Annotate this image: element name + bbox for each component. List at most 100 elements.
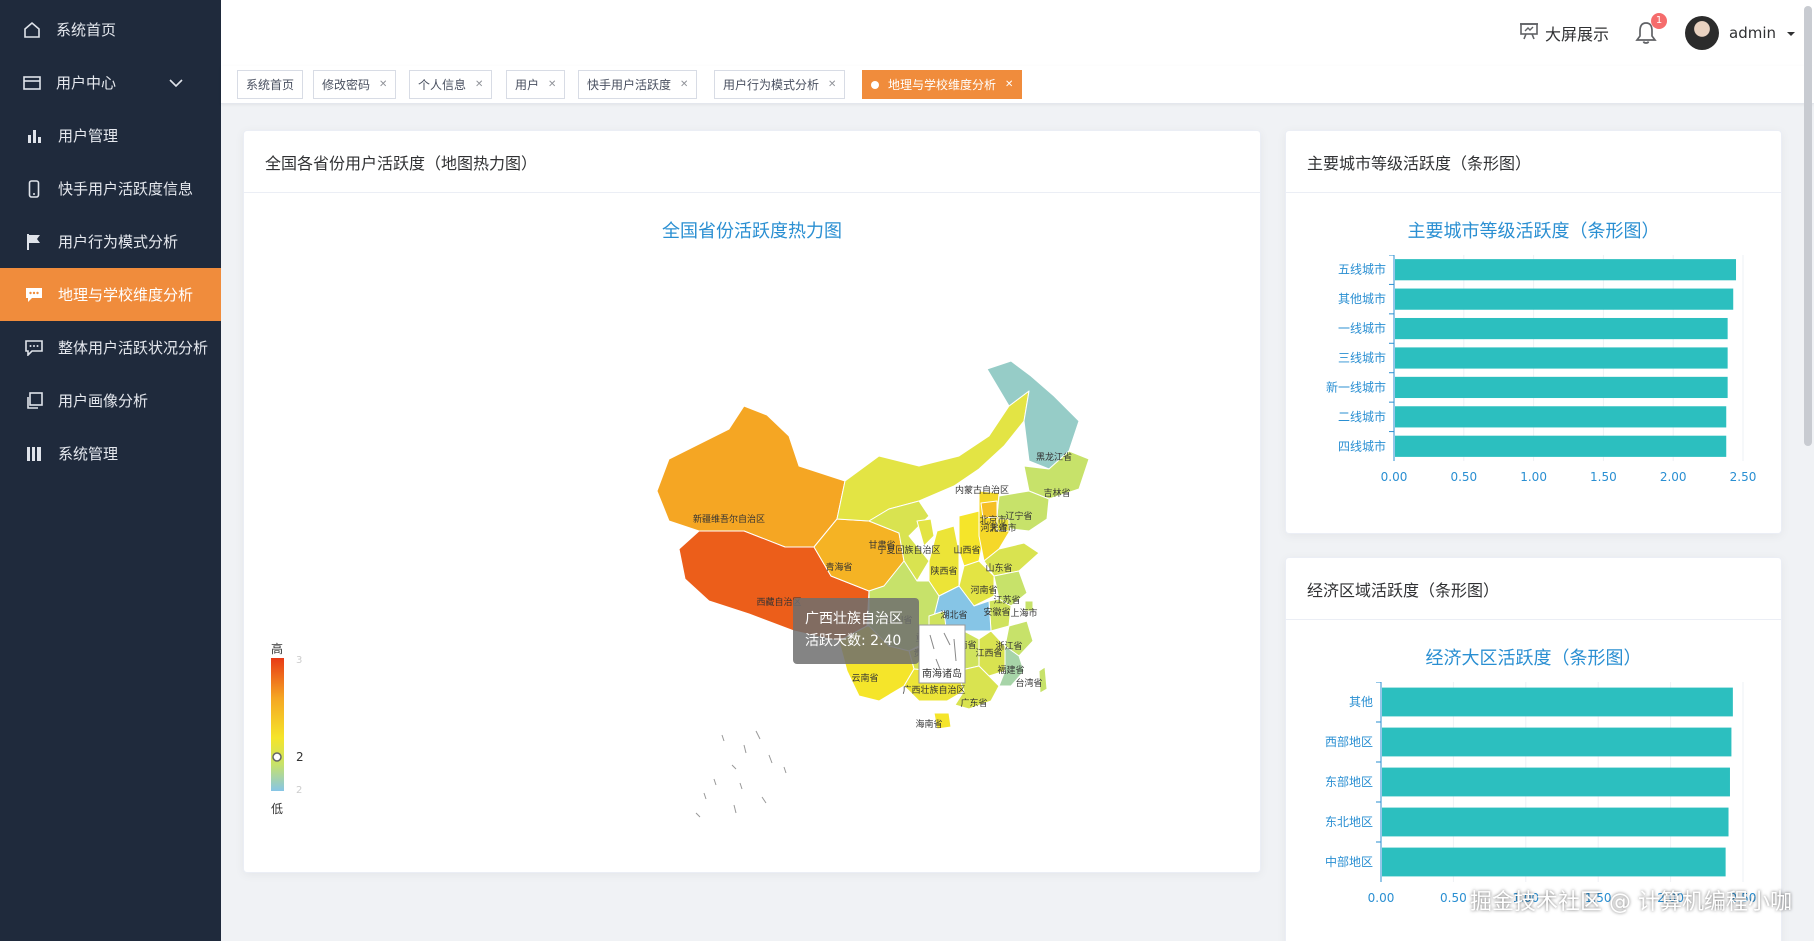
legend-handle[interactable] [272,752,282,762]
sidebar-item-behavior-analysis[interactable]: 用户行为模式分析 [0,215,221,268]
legend-current-value: 2 [296,750,304,764]
y-category-label: 一线城市 [1338,321,1386,336]
map-region[interactable] [656,405,846,548]
tag-geo-school-analysis[interactable]: 地理与学校维度分析 ✕ [862,70,1023,99]
city-card-header: 主要城市等级活跃度（条形图） [1286,131,1781,193]
tag-kuaishou-activity[interactable]: 快手用户活跃度 ✕ [578,70,698,99]
sidebar-item-label: 用户管理 [58,127,119,145]
sidebar-item-kuaishou-activity[interactable]: 快手用户活跃度信息 [0,162,221,215]
south-sea-inset: 南海诸岛 [918,624,966,684]
copy-icon [24,391,44,411]
tag-user[interactable]: 用户 ✕ [506,70,566,99]
map-region-label: 山东省 [985,562,1012,574]
y-category-label: 东北地区 [1325,815,1373,829]
x-tick-label: 1.50 [1590,470,1617,484]
tag-label: 快手用户活跃度 [587,78,672,92]
bar[interactable] [1395,376,1728,399]
close-icon[interactable]: ✕ [828,79,836,90]
tag-behavior-analysis[interactable]: 用户行为模式分析 ✕ [714,70,846,99]
tag-home[interactable]: 系统首页 [237,70,304,99]
bar[interactable] [1395,288,1734,310]
legend-min-tick: 2 [296,785,302,796]
x-tick-label: 0.50 [1450,470,1477,484]
x-tick-label: 0.00 [1381,470,1408,484]
tag-personal-info[interactable]: 个人信息 ✕ [409,70,493,99]
bar[interactable] [1395,435,1727,457]
map-region-label: 海南省 [915,718,942,730]
x-tick-label: 2.00 [1660,470,1687,484]
tags-view-bar: 系统首页 修改密码 ✕ 个人信息 ✕ 用户 ✕ 快手用户活跃度 ✕ 用户行为模式分析 ✕ … [221,66,1814,104]
presentation-icon [1519,22,1539,44]
tag-label: 个人信息 [418,78,467,92]
bar[interactable] [1395,406,1727,428]
tag-label: 修改密码 [322,78,371,92]
tag-label: 系统首页 [246,78,295,92]
caret-down-icon [1786,24,1796,42]
close-icon[interactable]: ✕ [1005,79,1013,90]
flag-icon [24,232,44,252]
bar-chart-icon [24,126,44,146]
y-category-label: 其他 [1349,695,1373,709]
visual-map-legend[interactable]: 高 3 2 2 低 [271,641,304,816]
x-tick-label: 1.00 [1520,470,1547,484]
city-level-bar-chart[interactable]: 0.00 0.50 1.00 1.50 2.00 2.50 五线城市其他城市一线城市三线城市… [1286,255,1782,534]
map-region-label: 天津市 [989,522,1016,534]
china-map[interactable]: 新疆维吾尔自治区西藏自治区青海省内蒙古自治区黑龙江省吉林省辽宁省甘肃省宁夏回族自… [244,193,1261,873]
user-dropdown[interactable]: admin [1685,16,1796,50]
home-icon [22,20,42,40]
notification-button[interactable]: 1 [1635,13,1667,45]
map-card: 全国各省份用户活跃度（地图热力图） 全国省份活跃度热力图 新疆维吾尔自治区 西藏自… [243,130,1261,873]
bar[interactable] [1382,807,1729,837]
avatar [1685,16,1719,50]
sidebar-item-system-management[interactable]: 系统管理 [0,427,221,480]
close-icon[interactable]: ✕ [475,79,483,90]
page-scrollbar[interactable] [1804,6,1812,446]
map-region-label: 安徽省 [983,606,1010,618]
map-region-label: 云南省 [851,672,878,684]
close-icon[interactable]: ✕ [680,79,688,90]
sidebar: 系统首页 用户中心 用户管理 快手用户活跃度信息 用户行为模式分析 地理与学校维… [0,0,221,941]
message-icon [24,338,44,358]
big-screen-button[interactable]: 大屏展示 [1519,21,1609,45]
tooltip-region-name: 广西壮族自治区 [805,611,903,627]
sidebar-item-geo-school-analysis[interactable]: 地理与学校维度分析 [0,268,221,321]
map-region-label: 内蒙古自治区 [955,484,1009,496]
sidebar-item-overall-activity[interactable]: 整体用户活跃状况分析 [0,321,221,374]
sidebar-item-label: 系统管理 [58,445,119,463]
map-region-label: 河南省 [970,584,997,596]
sidebar-item-user-profile[interactable]: 用户画像分析 [0,374,221,427]
sidebar-item-user-management[interactable]: 用户管理 [0,109,221,162]
chevron-down-icon [169,74,183,92]
bar[interactable] [1382,687,1733,717]
bar[interactable] [1395,317,1728,340]
tooltip-value-line: 活跃天数: 2.40 [805,633,902,649]
tag-label: 用户 [515,78,540,92]
bar[interactable] [1382,767,1730,797]
y-category-label: 西部地区 [1325,734,1373,749]
map-region[interactable] [916,518,935,547]
username: admin [1729,24,1776,42]
sidebar-item-user-center[interactable]: 用户中心 [0,56,221,109]
tag-change-password[interactable]: 修改密码 ✕ [313,70,397,99]
close-icon[interactable]: ✕ [548,79,556,90]
region-card-header: 经济区域活跃度（条形图） [1286,558,1781,620]
sidebar-item-label: 快手用户活跃度信息 [58,180,194,198]
map-region-label: 青海省 [825,561,852,573]
map-region-label: 江西省 [975,647,1002,659]
notification-badge: 1 [1651,13,1667,29]
map-tooltip: 广西壮族自治区 活跃天数: 2.40 [793,598,919,664]
map-region-label: 江苏省 [993,594,1020,606]
credit-card-icon [22,73,42,93]
map-card-header: 全国各省份用户活跃度（地图热力图） [244,131,1260,193]
bar[interactable] [1395,347,1728,369]
sidebar-item-home[interactable]: 系统首页 [0,3,221,56]
close-icon[interactable]: ✕ [379,79,387,90]
phone-icon [24,179,44,199]
bar[interactable] [1395,259,1737,281]
map-region-label: 湖北省 [940,609,967,621]
bar[interactable] [1382,847,1726,877]
map-region-label: 上海市 [1010,607,1037,619]
legend-gradient-bar[interactable] [271,658,284,791]
bar[interactable] [1382,727,1732,757]
map-region-label: 山西省 [953,544,980,556]
